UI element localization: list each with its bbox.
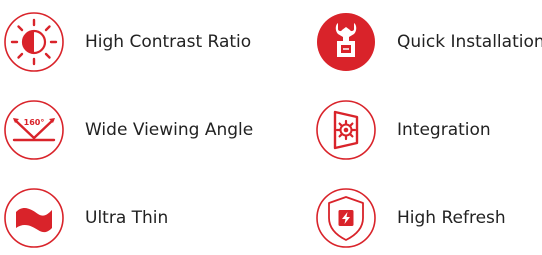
- refresh-shield-icon: [314, 186, 378, 250]
- installation-icon: [314, 10, 378, 74]
- feature-label: Ultra Thin: [85, 208, 169, 228]
- feature-ultra-thin: Ultra Thin: [2, 186, 168, 250]
- feature-high-contrast-ratio: High Contrast Ratio: [2, 10, 251, 74]
- viewing-angle-icon: 160°: [2, 98, 66, 162]
- feature-integration: Integration: [314, 98, 491, 162]
- contrast-sun-icon: [2, 10, 66, 74]
- feature-label: Quick Installation: [397, 32, 542, 52]
- feature-quick-installation: Quick Installation: [314, 10, 542, 74]
- feature-label: Integration: [397, 120, 491, 140]
- feature-label: Wide Viewing Angle: [85, 120, 254, 140]
- viewing-angle-value: 160°: [24, 118, 45, 127]
- feature-label: High Refresh: [397, 208, 506, 228]
- feature-label: High Contrast Ratio: [85, 32, 252, 52]
- integration-icon: [314, 98, 378, 162]
- ultra-thin-icon: [2, 186, 66, 250]
- feature-wide-viewing-angle: 160° Wide Viewing Angle: [2, 98, 253, 162]
- feature-high-refresh: High Refresh: [314, 186, 506, 250]
